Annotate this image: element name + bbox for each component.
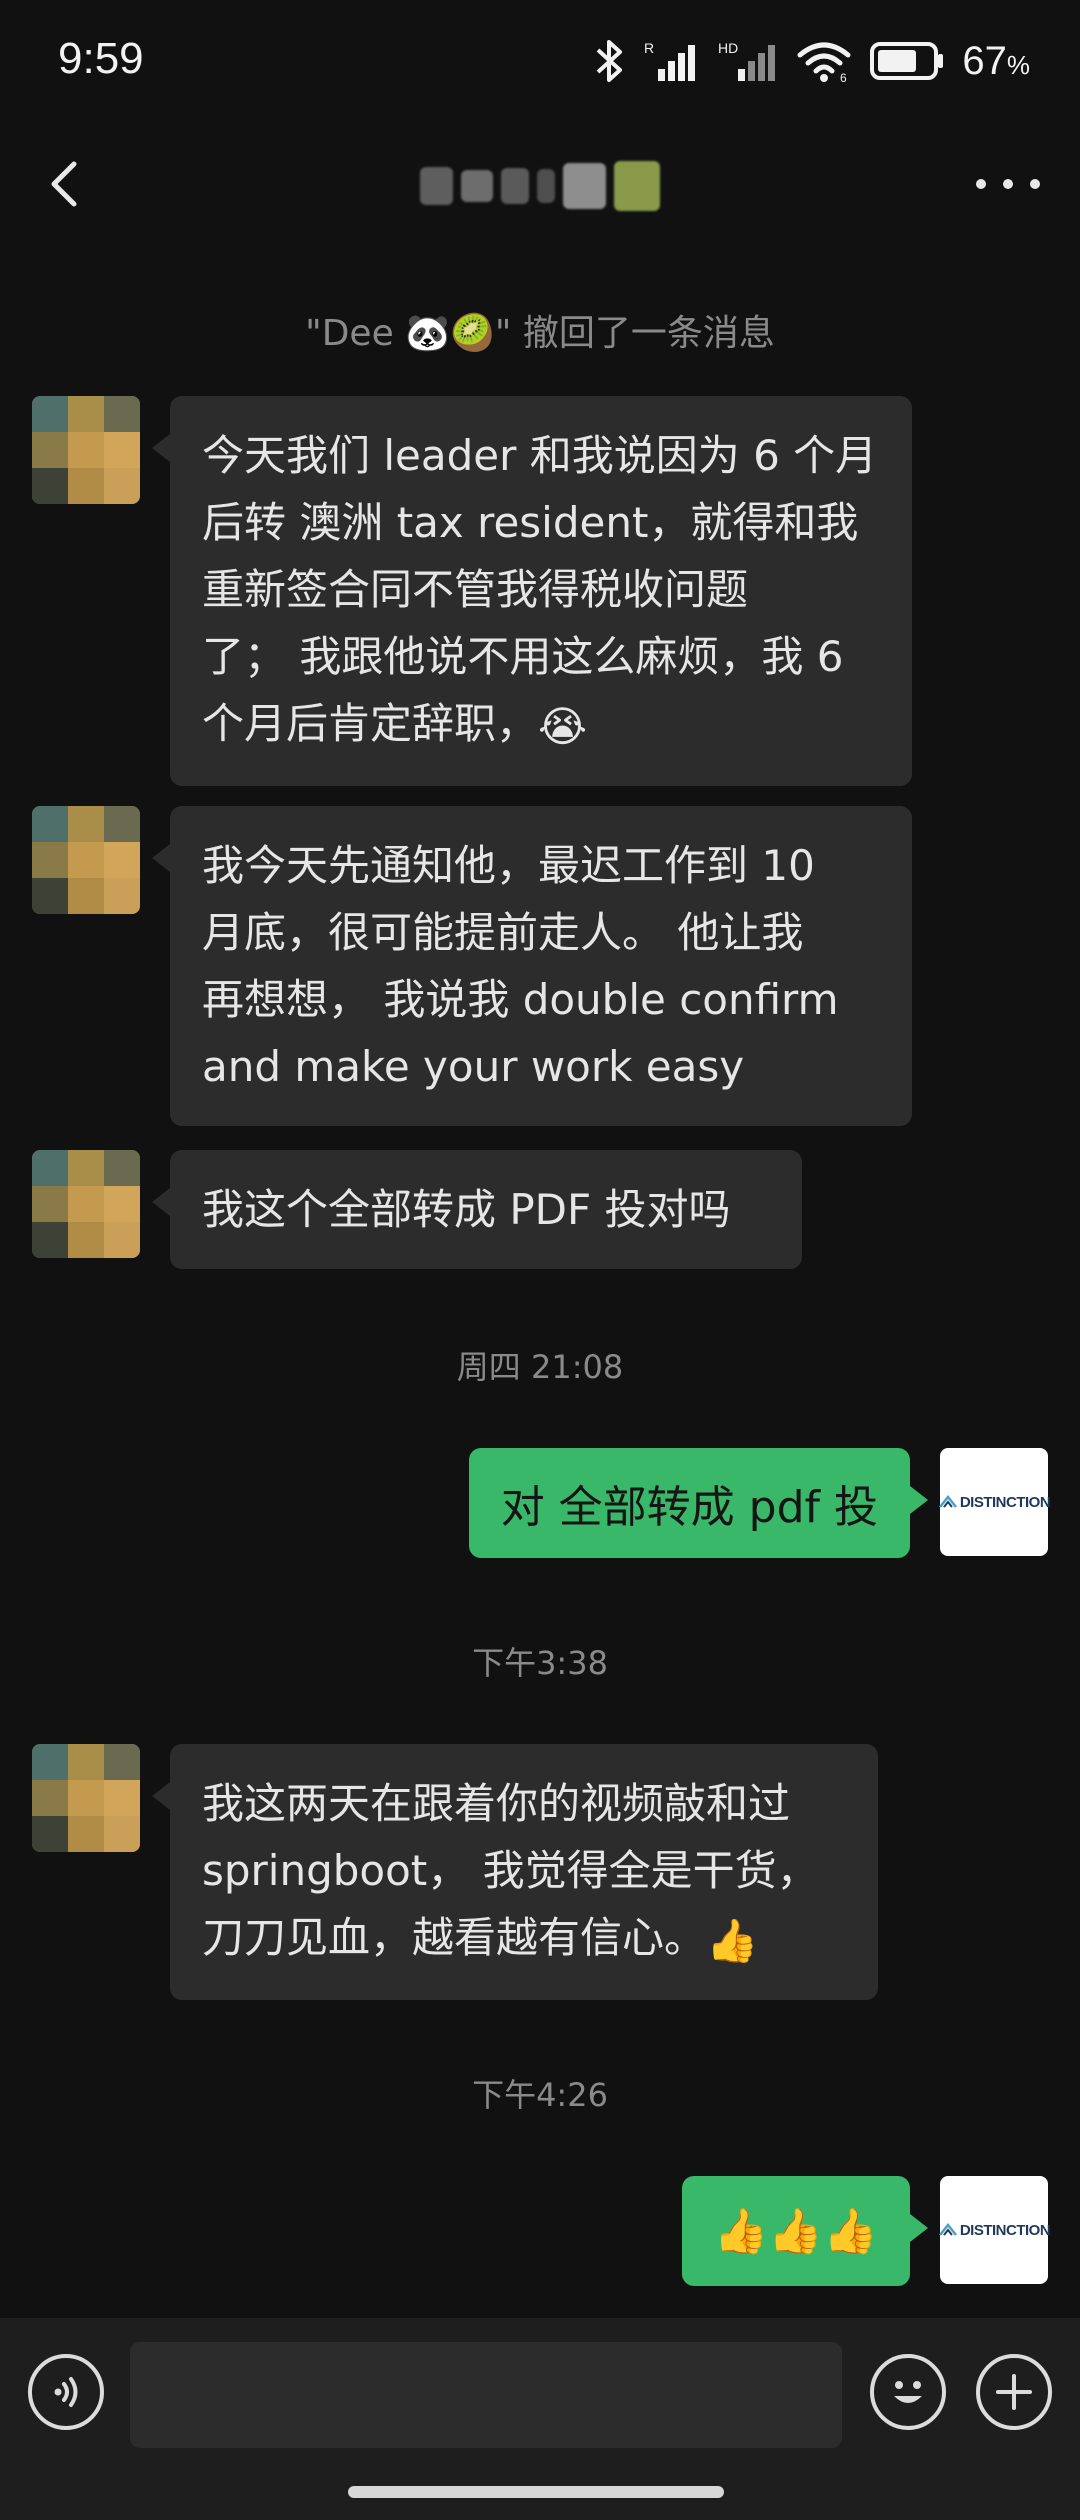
message-text: and make your work easy — [202, 1042, 745, 1091]
crying-laughing-emoji: 😭 — [538, 702, 588, 751]
svg-text:6: 6 — [840, 71, 847, 83]
message-input[interactable] — [130, 2342, 842, 2448]
contact-avatar[interactable] — [32, 806, 140, 914]
message-text: 再想想， 我说我 double confirm — [202, 975, 839, 1024]
wifi-icon: 6 — [797, 42, 851, 83]
contact-avatar[interactable] — [32, 1744, 140, 1852]
message-text: 了； 我跟他说不用这么麻烦，我 6 — [202, 632, 844, 681]
status-icons: R HD 6 67% — [592, 36, 1030, 86]
chat-header — [0, 130, 1080, 240]
message-bubble-incoming[interactable]: 我这两天在跟着你的视频敲和过 springboot， 我觉得全是干货， 刀刀见血… — [152, 1744, 878, 2000]
battery-percent: 67% — [962, 38, 1030, 83]
message-bubble-outgoing[interactable]: 👍👍👍 — [681, 2176, 929, 2286]
emoji-icon[interactable] — [870, 2354, 946, 2430]
chevron-left-icon[interactable] — [38, 152, 94, 216]
status-bar: 9:59 R HD 6 67% — [0, 0, 1080, 130]
thumbs-up-emoji: 👍 — [706, 1916, 759, 1965]
bluetooth-icon — [597, 40, 623, 82]
distinction-logo: DISTINCTION — [938, 2221, 1051, 2239]
contact-avatar[interactable] — [32, 1150, 140, 1258]
message-text: 今天我们 leader 和我说因为 6 个月 — [202, 431, 878, 480]
chat-screen: 9:59 R HD 6 67% "Dee 🐼🥝" 撤回了一条消息 今天我们 le… — [0, 0, 1080, 2520]
message-bubble-outgoing[interactable]: 对 全部转成 pdf 投 — [468, 1448, 929, 1558]
svg-text:R: R — [644, 40, 654, 56]
contact-name-blurred — [420, 156, 660, 216]
signal-hd-icon: HD — [718, 40, 776, 81]
more-dots-icon[interactable] — [976, 164, 1040, 204]
my-avatar[interactable]: DISTINCTION — [938, 2176, 1051, 2284]
message-text: 我这个全部转成 PDF 投对吗 — [202, 1185, 731, 1234]
message-bubble-incoming[interactable]: 今天我们 leader 和我说因为 6 个月 后转 澳洲 tax residen… — [152, 396, 912, 786]
distinction-logo: DISTINCTION — [938, 1493, 1051, 1511]
timestamp: 下午4:26 — [472, 2076, 608, 2114]
message-text: 后转 澳洲 tax resident，就得和我 — [202, 498, 859, 547]
signal-r-icon: R — [644, 40, 696, 81]
message-text: 我今天先通知他，最迟工作到 10 — [202, 841, 815, 890]
svg-text:HD: HD — [718, 40, 738, 56]
message-text: 刀刀见血，越看越有信心。👍 — [202, 1904, 846, 1974]
my-avatar[interactable]: DISTINCTION — [938, 1448, 1051, 1556]
message-text: springboot， 我觉得全是干货， — [202, 1846, 819, 1895]
status-time: 9:59 — [58, 34, 144, 83]
thumbs-up-emojis: 👍👍👍 — [713, 2206, 878, 2257]
message-bubble-incoming[interactable]: 我今天先通知他，最迟工作到 10 月底，很可能提前走人。 他让我 再想想， 我说… — [152, 806, 912, 1126]
home-indicator[interactable] — [348, 2486, 724, 2498]
contact-avatar[interactable] — [32, 396, 140, 504]
plus-icon[interactable] — [976, 2354, 1052, 2430]
timestamp: 下午3:38 — [472, 1644, 608, 1682]
message-bubble-incoming[interactable]: 我这个全部转成 PDF 投对吗 — [152, 1150, 802, 1269]
message-text: 月底，很可能提前走人。 他让我 — [202, 908, 804, 957]
message-text: 重新签合同不管我得税收问题 — [202, 565, 749, 614]
message-text: 个月后肯定辞职，😭 — [202, 690, 880, 760]
battery-icon — [870, 42, 944, 80]
timestamp: 周四 21:08 — [456, 1348, 624, 1386]
message-text: 对 全部转成 pdf 投 — [500, 1482, 878, 1533]
message-text: 我这两天在跟着你的视频敲和过 — [202, 1779, 791, 1828]
recall-notice: "Dee 🐼🥝" 撤回了一条消息 — [305, 313, 775, 354]
voice-icon[interactable] — [28, 2354, 104, 2430]
